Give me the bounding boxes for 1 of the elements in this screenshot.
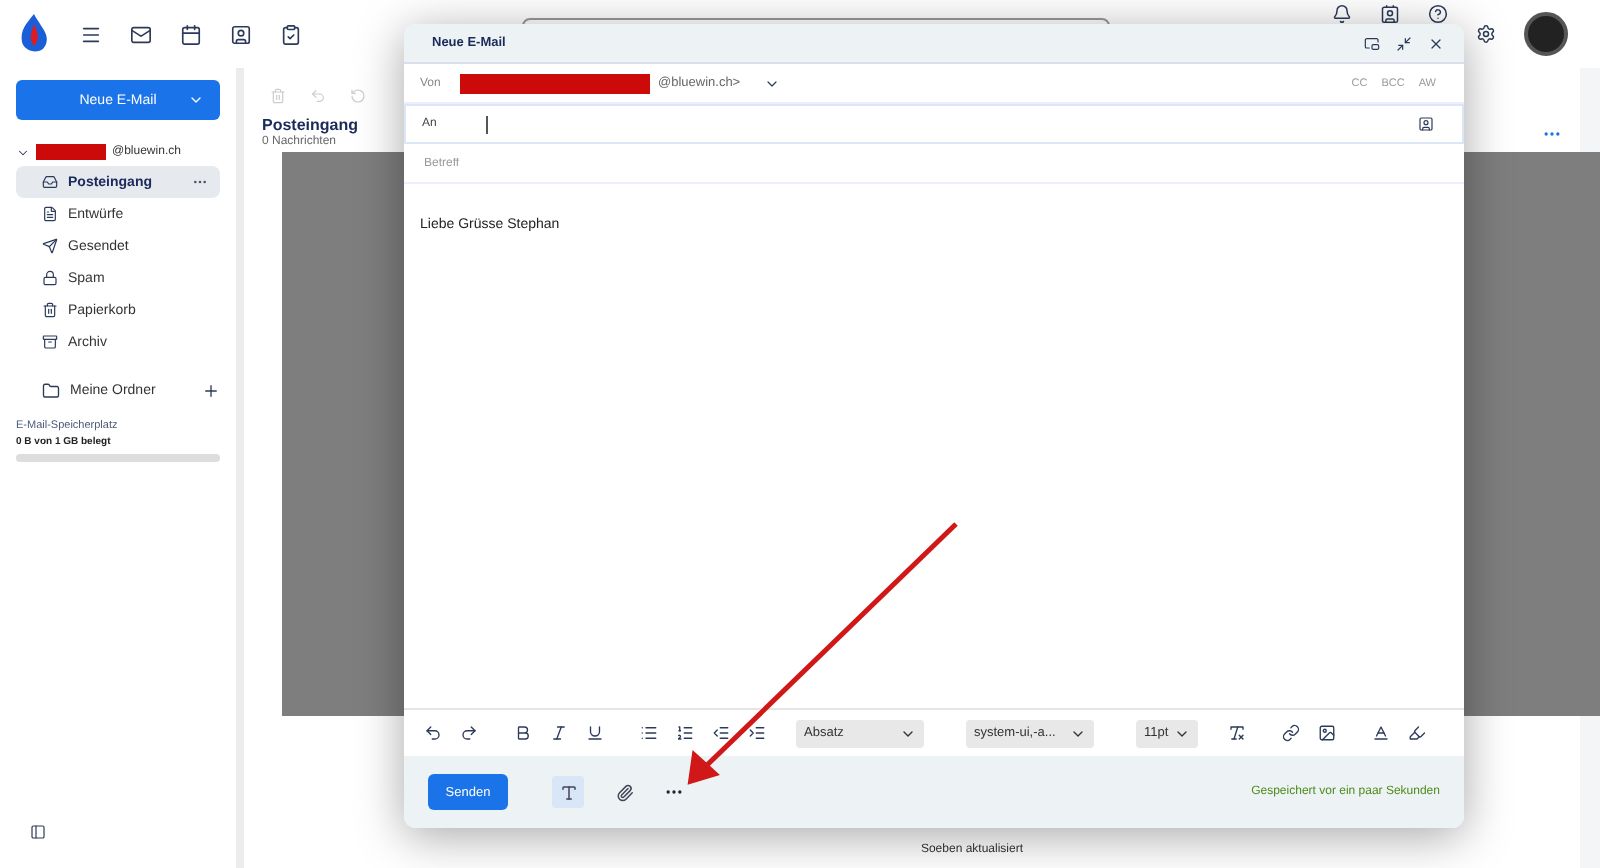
folder-title: Posteingang <box>262 116 359 134</box>
